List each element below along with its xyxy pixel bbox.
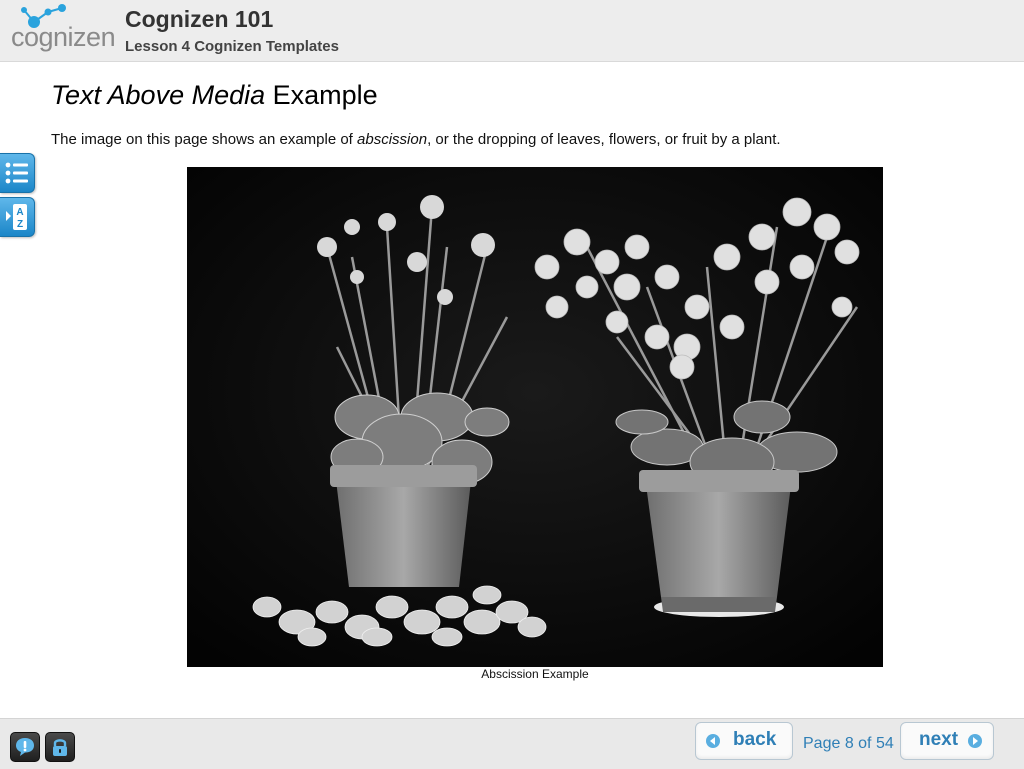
lock-icon [53, 739, 67, 756]
course-title: Cognizen 101 [125, 6, 274, 32]
logo-wordmark: cognizen [11, 22, 116, 52]
page-title-italic: Text Above Media [51, 80, 266, 110]
media-caption: Abscission Example [481, 667, 589, 681]
app-header: cognizen Cognizen 101 Lesson 4 Cognizen … [0, 0, 1024, 62]
back-button[interactable]: back [695, 722, 793, 760]
intro-term: abscission [357, 131, 428, 148]
help-bubble-icon [16, 738, 34, 756]
intro-prefix: The image on this page shows an example … [51, 131, 358, 148]
plant-photo-illustration [187, 167, 883, 667]
svg-text:A: A [16, 207, 23, 218]
lock-button[interactable] [45, 732, 75, 762]
glossary-az-icon: A Z [6, 204, 27, 230]
next-arrow-icon [968, 734, 982, 748]
page-indicator: Page 8 of 54 [803, 735, 894, 752]
glossary-button[interactable]: A Z [0, 197, 35, 237]
list-icon [5, 162, 28, 184]
page-title: Text Above Media Example [51, 80, 378, 111]
app-footer: back Page 8 of 54 next [0, 718, 1024, 769]
page-title-rest: Example [265, 80, 378, 110]
intro-suffix: , or the dropping of leaves, flowers, or… [427, 131, 781, 148]
next-button[interactable]: next [900, 722, 994, 760]
lesson-title: Lesson 4 Cognizen Templates [125, 38, 339, 55]
table-of-contents-button[interactable] [0, 153, 35, 193]
intro-paragraph: The image on this page shows an example … [51, 131, 781, 148]
back-label: back [733, 729, 777, 750]
abscission-photo [187, 167, 883, 667]
back-arrow-icon [706, 734, 720, 748]
cognizen-logo: cognizen [6, 2, 120, 60]
next-label: next [919, 729, 959, 750]
help-button[interactable] [10, 732, 40, 762]
svg-text:Z: Z [17, 219, 23, 230]
